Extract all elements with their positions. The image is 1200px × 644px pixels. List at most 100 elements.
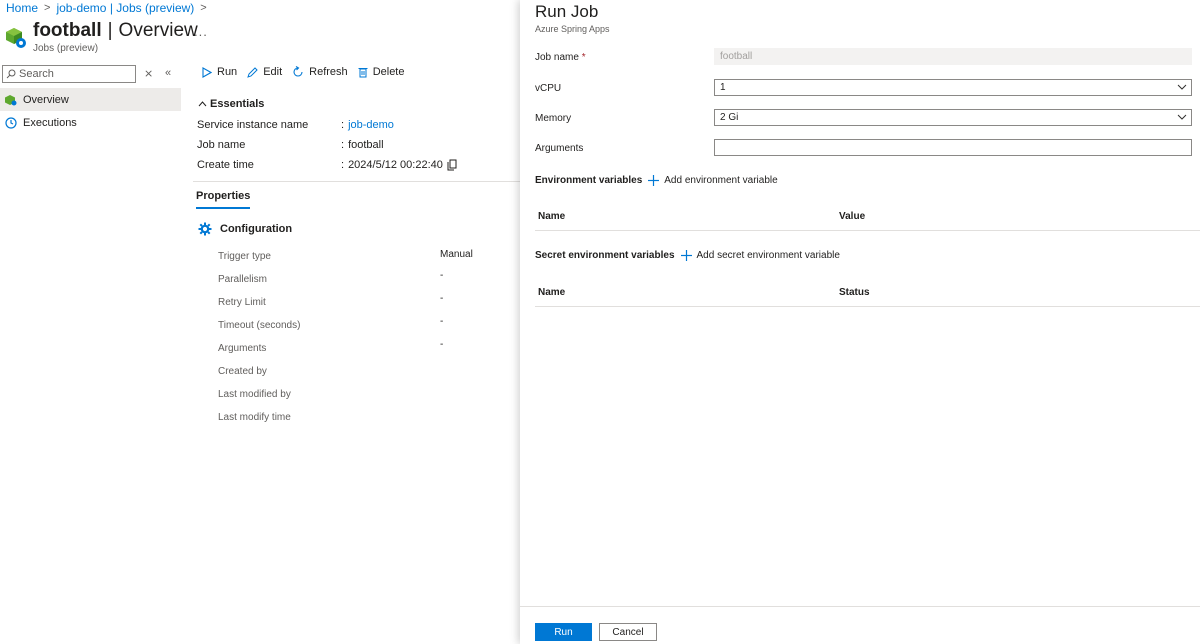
delete-button-label: Delete — [372, 66, 405, 78]
config-label: Arguments — [218, 343, 267, 354]
job-resource-icon — [5, 26, 27, 50]
search-placeholder: Search — [19, 68, 54, 80]
config-value: - — [440, 316, 444, 327]
panel-footer: Run Cancel — [520, 606, 1200, 644]
essentials-label: Service instance name — [197, 119, 309, 131]
arguments-input[interactable] — [714, 139, 1192, 156]
sidebar-item-label: Executions — [23, 116, 77, 129]
collapse-sidebar-icon[interactable]: « — [165, 67, 171, 79]
chevron-right-icon: > — [44, 2, 51, 14]
chevron-right-icon: > — [200, 2, 207, 14]
page-title: football — [33, 20, 102, 41]
chevron-down-icon — [1177, 84, 1187, 90]
divider — [193, 181, 521, 182]
essentials-value: : football — [341, 139, 384, 151]
run-job-submit-button[interactable]: Run — [535, 623, 592, 641]
delete-button[interactable]: Delete — [358, 66, 405, 78]
more-options-icon[interactable]: ... — [194, 24, 208, 39]
column-header-value: Value — [839, 211, 866, 222]
page-section: Overview — [118, 20, 198, 41]
essentials-header: Essentials — [210, 98, 265, 110]
edit-button-label: Edit — [263, 66, 283, 78]
essentials-label: Job name — [197, 139, 246, 151]
trash-icon — [358, 68, 368, 78]
page-header: football | Overview Jobs (preview) — [5, 20, 198, 54]
run-button-label: Run — [217, 66, 238, 78]
add-secret-env-var-button[interactable]: Add secret environment variable — [680, 250, 840, 261]
job-name-field-value: football — [720, 51, 753, 62]
add-env-var-button[interactable]: Add environment variable — [648, 175, 778, 186]
vcpu-select-value: 1 — [720, 82, 726, 93]
service-instance-link[interactable]: job-demo — [348, 119, 394, 131]
gear-icon — [198, 222, 212, 236]
memory-label: Memory — [535, 113, 572, 124]
secret-env-vars-header: Secret environment variables — [535, 250, 675, 261]
cancel-button[interactable]: Cancel — [599, 623, 657, 641]
essentials-label: Create time — [197, 159, 254, 171]
secret-env-vars-section: Secret environment variables Add secret … — [535, 250, 840, 261]
refresh-button-label: Refresh — [309, 66, 348, 78]
breadcrumb-parent[interactable]: job-demo | Jobs (preview) — [56, 1, 194, 15]
config-label: Last modified by — [218, 389, 291, 400]
required-marker: * — [581, 52, 586, 63]
config-value: - — [440, 270, 444, 281]
config-label: Trigger type — [218, 251, 271, 262]
config-value: - — [440, 339, 444, 350]
sidebar-search-input[interactable]: Search — [2, 65, 136, 83]
config-label: Created by — [218, 366, 267, 377]
vcpu-label: vCPU — [535, 83, 562, 94]
config-label: Retry Limit — [218, 297, 266, 308]
chevron-up-icon — [198, 101, 207, 107]
sidebar-item-executions[interactable]: Executions — [0, 111, 181, 134]
column-header-name: Name — [538, 211, 566, 222]
breadcrumb-home[interactable]: Home — [6, 1, 38, 15]
colon: : — [341, 139, 345, 151]
memory-select[interactable]: 2 Gi — [714, 109, 1192, 126]
env-vars-section: Environment variables Add environment va… — [535, 175, 778, 186]
configuration-title: Configuration — [220, 223, 293, 235]
colon: : — [341, 119, 345, 131]
column-header-name: Name — [538, 287, 566, 298]
job-name-value: football — [348, 139, 384, 151]
config-label: Timeout (seconds) — [218, 320, 301, 331]
essentials-toggle[interactable]: Essentials — [198, 98, 264, 110]
add-secret-env-var-label: Add secret environment variable — [696, 250, 840, 261]
panel-subtitle: Azure Spring Apps — [535, 24, 610, 34]
chevron-down-icon — [1177, 114, 1187, 120]
sidebar-item-overview[interactable]: Overview — [0, 88, 181, 111]
copy-icon[interactable] — [447, 159, 457, 171]
page-caption: Jobs (preview) — [33, 43, 99, 54]
panel-title: Run Job — [535, 2, 599, 21]
run-job-panel: Run Job Azure Spring Apps Job name * foo… — [520, 0, 1200, 644]
config-label: Last modify time — [218, 412, 291, 423]
sidebar-item-label: Overview — [23, 93, 69, 106]
vcpu-select[interactable]: 1 — [714, 79, 1192, 96]
refresh-icon — [293, 66, 303, 77]
filter-icon[interactable]: ⨯ — [144, 67, 153, 80]
column-header-status: Status — [839, 287, 870, 298]
essentials-value: : job-demo — [341, 119, 394, 131]
clock-icon — [5, 116, 17, 129]
essentials-value: : 2024/5/12 00:22:40 — [341, 159, 457, 171]
tab-properties[interactable]: Properties — [196, 190, 251, 209]
job-name-label: Job name * — [535, 52, 586, 63]
configuration-header: Configuration — [198, 222, 292, 236]
pencil-icon — [247, 66, 258, 78]
command-bar: Run Edit Refresh Delete — [202, 66, 404, 78]
search-icon — [6, 69, 16, 79]
config-value: - — [440, 293, 444, 304]
colon: : — [341, 159, 345, 171]
add-env-var-label: Add environment variable — [664, 175, 778, 186]
refresh-button[interactable]: Refresh — [292, 66, 348, 78]
job-name-field: football — [714, 48, 1192, 65]
edit-button[interactable]: Edit — [247, 66, 282, 78]
breadcrumb: Home > job-demo | Jobs (preview) > — [6, 1, 207, 15]
play-icon — [202, 66, 212, 78]
overview-icon — [5, 94, 17, 105]
plus-icon — [648, 175, 660, 186]
run-button[interactable]: Run — [202, 66, 237, 78]
field-label: Job name — [535, 52, 579, 63]
memory-select-value: 2 Gi — [720, 112, 739, 123]
config-label: Parallelism — [218, 274, 267, 285]
arguments-label: Arguments — [535, 143, 584, 154]
